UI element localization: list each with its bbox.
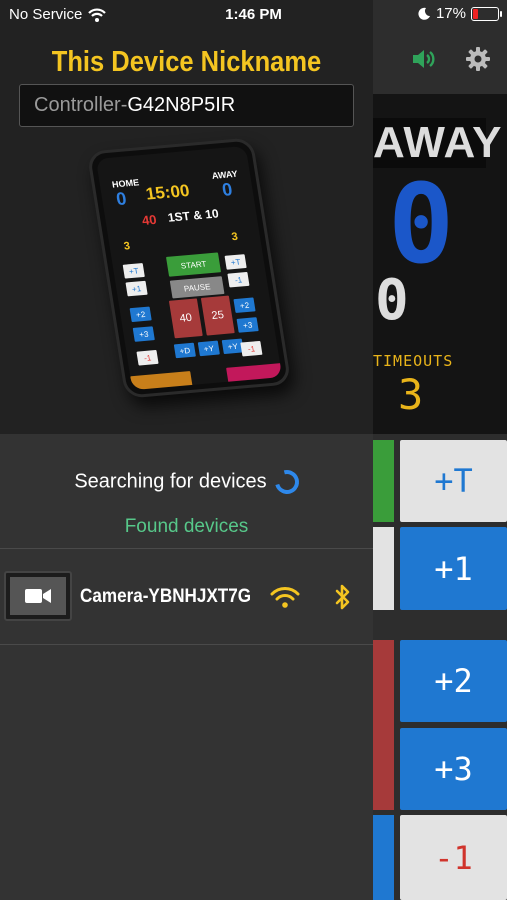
preview-btn: -1 [240,340,263,357]
nickname-value: G42N8P5IR [127,94,236,116]
blue-button-edge[interactable] [373,815,394,900]
timeout-plus-button[interactable]: +T [400,440,507,522]
preview-btn: +2 [129,306,152,323]
phone-screen: HOME AWAY 0 0 15:00 40 1ST & 10 3 3 +T S… [95,145,283,391]
preview-away-score: 0 [220,179,234,200]
nickname-title: This Device Nickname [51,46,322,78]
loading-spinner-icon [270,465,304,499]
divider [0,644,373,645]
preview-pause: PAUSE [169,276,225,299]
preview-clock: 15:00 [144,180,191,204]
preview-start: START [165,252,222,277]
preview-points: 40 [140,211,158,228]
preview-reset-b: 25 [200,295,235,336]
plus-three-button[interactable]: +3 [400,728,507,810]
bluetooth-icon[interactable] [333,583,353,611]
preview-timeouts-away: 3 [230,230,239,244]
preview-btn: +2 [233,297,256,313]
preview-btn: +T [122,263,145,279]
device-name: Camera-YBNHJXT7G [80,586,252,607]
search-status: Searching for devices [0,465,373,499]
preview-btn: +T [224,254,247,270]
preview-btn: +Y [197,340,220,357]
timeouts-label: TIMEOUTS [373,352,454,370]
preview-home-label: HOME [111,177,140,190]
gear-icon [466,47,490,71]
found-devices-label: Found devices [124,516,249,537]
device-thumbnail [4,571,72,621]
plus-two-button[interactable]: +2 [400,640,507,722]
preview-bottom-bar [130,371,193,391]
battery-icon [471,6,502,21]
device-list-item[interactable]: Camera-YBNHJXT7G [0,549,373,645]
timeouts-value: 3 [398,370,424,419]
status-right: 17% [418,5,502,22]
plus-one-button[interactable]: +1 [400,527,507,610]
speaker-icon [413,50,435,68]
phone-frame: HOME AWAY 0 0 15:00 40 1ST & 10 3 3 +T S… [86,137,292,399]
preview-btn: +D [173,342,196,359]
nickname-prefix: Controller- [34,94,128,116]
preview-btn: +1 [125,280,148,297]
device-connection-panel: This Device Nickname Controller-G42N8P5I… [0,0,373,900]
searching-text: Searching for devices [74,470,267,493]
preview-btn: -1 [136,349,159,366]
scoreboard-background: AWAY 0 0 TIMEOUTS 3 +T +1 +2 +3 -1 [373,0,507,900]
preview-btn: +3 [132,326,155,342]
reset-button-edge[interactable] [373,640,394,810]
preview-btn: +3 [236,317,259,333]
secondary-score: 0 [375,268,409,333]
phone-illustration: HOME AWAY 0 0 15:00 40 1ST & 10 3 3 +T S… [86,137,292,403]
pause-button-edge[interactable] [373,527,394,610]
moon-icon [418,7,430,20]
preview-btn: -1 [227,271,250,288]
minus-one-button[interactable]: -1 [400,815,507,900]
preview-timeouts-home: 3 [122,240,131,253]
settings-button[interactable] [463,44,493,74]
wifi-connection-icon[interactable] [270,585,300,609]
preview-bottom-bar [226,362,283,384]
device-thumbnail-preview [10,577,66,615]
nickname-input[interactable]: Controller-G42N8P5IR [19,84,354,127]
volume-button[interactable] [409,44,439,74]
start-button-edge[interactable] [373,440,394,522]
preview-down: 1ST & 10 [166,206,220,225]
preview-home-score: 0 [114,188,128,210]
preview-reset-a: 40 [168,298,203,339]
status-bar: No Service 1:46 PM 17% [0,0,507,30]
video-camera-icon [25,589,51,603]
battery-percent: 17% [435,5,466,22]
